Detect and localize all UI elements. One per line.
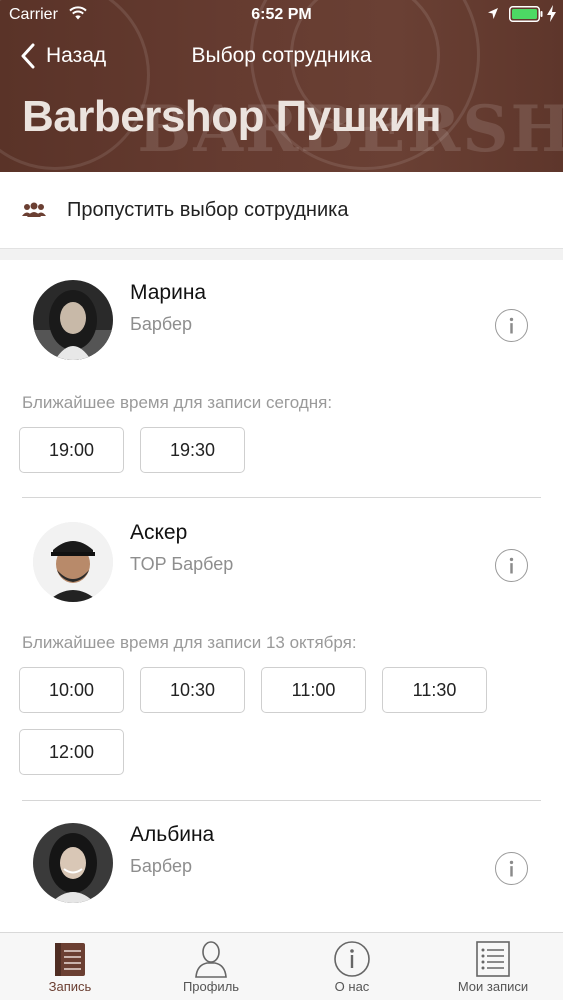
employee-role: Барбер [130, 856, 192, 876]
battery-icon [509, 6, 543, 22]
time-slot-button[interactable]: 12:00 [19, 729, 124, 775]
tab-label: Профиль [182, 979, 240, 994]
back-label: Назад [46, 44, 107, 67]
divider [22, 800, 541, 801]
info-button[interactable] [495, 852, 528, 885]
employee-card[interactable]: Марина Барбер Ближайшее время для записи… [0, 260, 563, 500]
employee-card[interactable]: Альбина Барбер [0, 803, 563, 932]
tab-profile[interactable]: Профиль [141, 933, 281, 1000]
screen: BARBERSH Carrier 6:52 PM Назад Выбор сот… [0, 0, 563, 1000]
time-slot-button[interactable]: 11:30 [382, 667, 487, 713]
avatar [33, 823, 113, 903]
tab-my-bookings[interactable]: Мои записи [423, 933, 563, 1000]
skip-employee-row[interactable]: Пропустить выбор сотрудника [0, 172, 563, 248]
employee-name: Альбина [130, 823, 215, 846]
info-button[interactable] [495, 309, 528, 342]
employee-role: Барбер [130, 314, 192, 334]
time-slot-button[interactable]: 19:00 [19, 427, 124, 473]
shop-title: Barbershop Пушкин [22, 92, 442, 141]
tab-label: О нас [334, 979, 370, 994]
info-icon [509, 860, 514, 877]
skip-label: Пропустить выбор сотрудника [67, 199, 349, 221]
tab-label: Мои записи [457, 979, 529, 994]
header: BARBERSH Carrier 6:52 PM Назад Выбор сот… [0, 0, 563, 172]
tab-about[interactable]: О нас [282, 933, 422, 1000]
section-separator [0, 248, 563, 260]
employee-name: Марина [130, 281, 207, 304]
status-bar: Carrier 6:52 PM [0, 0, 563, 30]
list-icon [476, 941, 510, 977]
time-slot-button[interactable]: 10:30 [140, 667, 245, 713]
people-icon [22, 202, 46, 217]
tab-booking[interactable]: Запись [0, 933, 140, 1000]
nav-title: Выбор сотрудника [191, 44, 372, 67]
booking-icon [55, 943, 85, 976]
info-icon [509, 557, 514, 574]
employee-name: Аскер [130, 521, 188, 544]
avatar [33, 280, 113, 360]
availability-label: Ближайшее время для записи 13 октября: [22, 633, 357, 652]
info-icon [334, 941, 370, 977]
clock-label: 6:52 PM [251, 6, 312, 23]
profile-icon [195, 941, 227, 978]
charging-bolt-icon [547, 5, 556, 22]
info-button[interactable] [495, 549, 528, 582]
divider [22, 497, 541, 498]
back-button[interactable]: Назад [20, 40, 106, 72]
tab-bar: Запись Профиль О нас Мои записи [0, 932, 563, 1000]
chevron-left-icon [21, 43, 35, 69]
location-arrow-icon [488, 8, 498, 19]
employee-role: TOP Барбер [130, 554, 234, 574]
employee-card[interactable]: Аскер TOP Барбер Ближайшее время для зап… [0, 500, 563, 800]
availability-label: Ближайшее время для записи сегодня: [22, 393, 333, 412]
avatar [33, 522, 113, 602]
time-slot-button[interactable]: 19:30 [140, 427, 245, 473]
info-icon [509, 317, 514, 334]
time-slot-button[interactable]: 10:00 [19, 667, 124, 713]
time-slot-button[interactable]: 11:00 [261, 667, 366, 713]
tab-label: Запись [48, 979, 92, 994]
